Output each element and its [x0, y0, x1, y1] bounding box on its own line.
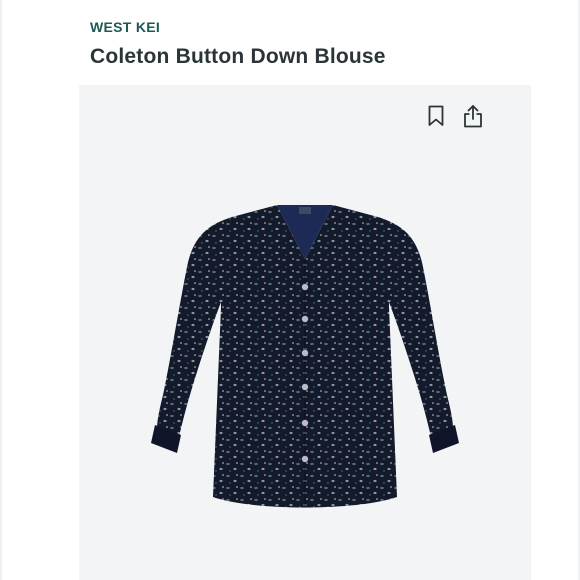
blouse-image	[151, 205, 459, 508]
product-image-area	[79, 85, 531, 580]
brand-name[interactable]: WEST KEI	[90, 18, 560, 36]
product-header: WEST KEI Coleton Button Down Blouse	[90, 18, 560, 70]
bookmark-icon[interactable]	[425, 104, 447, 128]
share-icon[interactable]	[462, 104, 484, 128]
product-page: WEST KEI Coleton Button Down Blouse	[0, 0, 580, 580]
left-border	[0, 0, 2, 580]
product-title: Coleton Button Down Blouse	[90, 45, 386, 68]
